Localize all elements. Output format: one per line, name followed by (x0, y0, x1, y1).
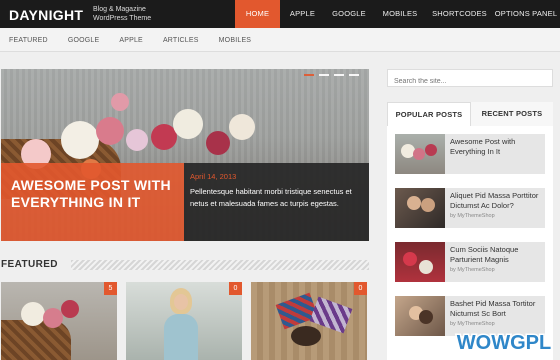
subnav-apple[interactable]: APPLE (119, 37, 143, 44)
comment-count-badge: 0 (354, 282, 367, 295)
tab-popular-posts[interactable]: POPULAR POSTS (387, 102, 471, 126)
nav-google[interactable]: GOOGLE (325, 0, 373, 28)
nav-options-panel[interactable]: OPTIONS PANEL (492, 0, 560, 28)
post-thumbnail[interactable] (395, 134, 445, 174)
hero-title[interactable]: AWESOME POST WITH EVERYTHING IN IT (11, 177, 181, 211)
card-flower (61, 300, 79, 318)
thumb-face (407, 196, 421, 210)
post-info: Awesome Post with Everything In It (445, 134, 545, 174)
card-image-person-face (174, 294, 188, 310)
nav-mobiles[interactable]: MOBILES (373, 0, 427, 28)
thumb-hair (419, 310, 433, 324)
hero-flower (61, 121, 99, 159)
card-image-person-body (164, 314, 198, 360)
search-box (387, 69, 553, 90)
thumb-flower (413, 148, 425, 160)
hero-date: April 14, 2013 (190, 172, 237, 181)
post-info: Aliquet Pid Massa Porttitor Dictumst Ac … (445, 188, 545, 228)
subnav-articles[interactable]: ARTICLES (163, 37, 199, 44)
comment-count-badge: 5 (104, 282, 117, 295)
subnav-mobiles[interactable]: MOBILES (219, 37, 252, 44)
post-title[interactable]: Awesome Post with Everything In It (450, 137, 540, 157)
thumb-face (421, 198, 435, 212)
nav-apple[interactable]: APPLE (280, 0, 325, 28)
list-item[interactable]: Cum Sociis Natoque Parturient Magnis by … (395, 242, 545, 282)
watermark-text: WOWGPL (457, 332, 551, 354)
post-thumbnail[interactable] (395, 296, 445, 336)
slider-dot[interactable] (319, 74, 329, 76)
card-image (1, 320, 71, 360)
secondary-nav: FEATURED GOOGLE APPLE ARTICLES MOBILES (0, 28, 560, 52)
hero-flower (111, 93, 129, 111)
widget-tabs: POPULAR POSTS RECENT POSTS (387, 102, 553, 126)
list-item[interactable]: Awesome Post with Everything In It (395, 134, 545, 174)
post-info: Cum Sociis Natoque Parturient Magnis by … (445, 242, 545, 282)
watermark-logo: WOWGPL WOWGPL (455, 331, 552, 356)
page: DAYNIGHT Blog & Magazine WordPress Theme… (0, 0, 560, 360)
comment-count-badge: 0 (229, 282, 242, 295)
thumb-flower (419, 260, 433, 274)
featured-card[interactable]: 5 (1, 282, 117, 360)
hero-flower (96, 117, 124, 145)
thumb-flower (403, 252, 417, 266)
subnav-featured[interactable]: FEATURED (9, 37, 48, 44)
post-title[interactable]: Aliquet Pid Massa Porttitor Dictumst Ac … (450, 191, 540, 211)
hero-flower (229, 114, 255, 140)
tab-recent-posts[interactable]: RECENT POSTS (471, 102, 553, 126)
featured-divider (71, 260, 369, 270)
hero-flower (206, 131, 230, 155)
card-flower (43, 308, 63, 328)
post-author: by MyThemeShop (450, 267, 495, 273)
post-thumbnail[interactable] (395, 242, 445, 282)
hero-flower (173, 109, 203, 139)
post-title[interactable]: Bashet Pid Massa Tortitor Nictumst Sc Bo… (450, 299, 540, 319)
search-input[interactable] (388, 73, 552, 90)
slider-dot[interactable] (334, 74, 344, 76)
card-flower (21, 302, 45, 326)
featured-section-header: FEATURED (1, 258, 369, 272)
post-author: by MyThemeShop (450, 213, 495, 219)
slider-dot[interactable] (349, 74, 359, 76)
site-logo[interactable]: DAYNIGHT (9, 7, 83, 23)
nav-shortcodes[interactable]: SHORTCODES (427, 0, 492, 28)
tabbed-posts-widget: POPULAR POSTS RECENT POSTS Awesome Post … (387, 102, 553, 360)
slider-dot[interactable] (304, 74, 314, 76)
main-nav: HOME APPLE GOOGLE MOBILES SHORTCODES OPT… (235, 0, 560, 28)
post-thumbnail[interactable] (395, 188, 445, 228)
hero-excerpt: Pellentesque habitant morbi tristique se… (190, 187, 352, 208)
hero-flower (126, 129, 148, 151)
top-header: DAYNIGHT Blog & Magazine WordPress Theme… (0, 0, 560, 28)
slider-pagination (304, 74, 359, 76)
featured-card[interactable]: 0 (251, 282, 367, 360)
featured-title: FEATURED (1, 259, 58, 270)
thumb-flower (425, 144, 437, 156)
post-title[interactable]: Cum Sociis Natoque Parturient Magnis (450, 245, 540, 265)
featured-card[interactable]: 0 (126, 282, 242, 360)
list-item[interactable]: Aliquet Pid Massa Porttitor Dictumst Ac … (395, 188, 545, 228)
hero-excerpt-box: April 14, 2013 Pellentesque habitant mor… (184, 163, 369, 241)
post-list: Awesome Post with Everything In It Aliqu… (387, 126, 553, 360)
card-image-person-hair (291, 326, 321, 346)
site-tagline: Blog & Magazine WordPress Theme (93, 6, 152, 22)
nav-home[interactable]: HOME (235, 0, 280, 28)
hero-title-box: AWESOME POST WITH EVERYTHING IN IT (1, 163, 184, 241)
secondary-nav-bar: FEATURED GOOGLE APPLE ARTICLES MOBILES (0, 28, 560, 52)
subnav-google[interactable]: GOOGLE (68, 37, 100, 44)
hero-slider[interactable]: AWESOME POST WITH EVERYTHING IN IT April… (1, 69, 369, 241)
